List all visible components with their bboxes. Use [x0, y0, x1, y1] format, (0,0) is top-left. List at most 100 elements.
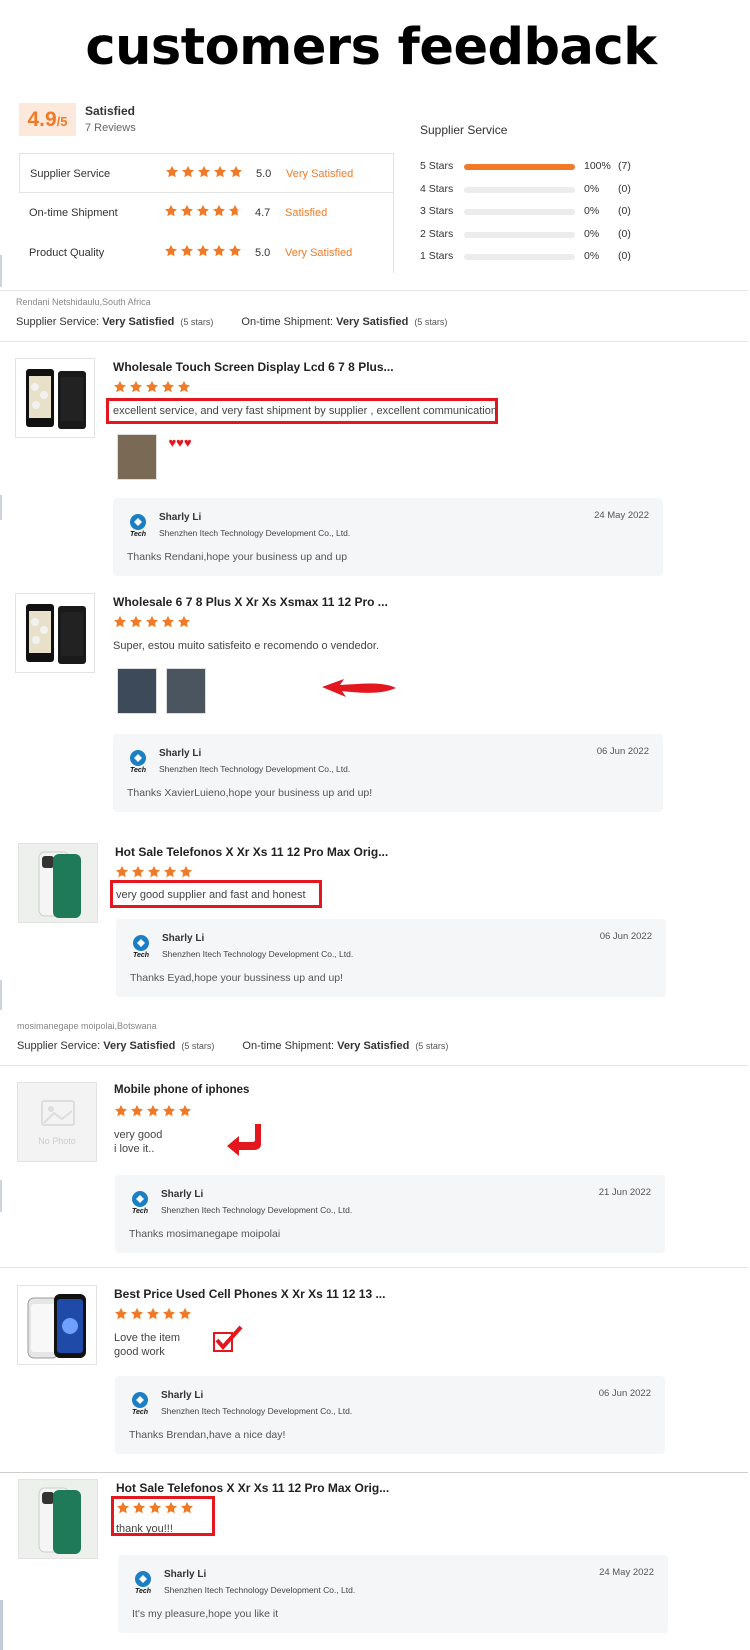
product-thumbnail[interactable]	[17, 1285, 97, 1365]
reply-company: Shenzhen Itech Technology Development Co…	[161, 1205, 353, 1215]
star-icon	[132, 865, 144, 878]
score-word: Satisfied	[85, 104, 136, 118]
metric-word: Very Satisfied	[285, 247, 353, 259]
metric-row: On-time Shipment 4.7 Satisfied	[19, 193, 393, 233]
review-photos	[117, 668, 211, 714]
distribution-row: 1 Stars 0% (0)	[420, 250, 680, 273]
distribution-percent: 0%	[584, 182, 600, 195]
side-marker	[0, 980, 2, 1010]
star-icon	[164, 865, 176, 878]
seller-reply: Tech Sharly Li Shenzhen Itech Technology…	[113, 498, 663, 576]
star-icon	[165, 204, 177, 217]
reply-author: Sharly Li	[159, 512, 202, 523]
review-photos: ♥♥♥	[117, 434, 192, 480]
distribution-row: 2 Stars 0% (0)	[420, 228, 680, 251]
star-icon	[178, 615, 190, 628]
reply-date: 06 Jun 2022	[596, 746, 649, 757]
star-icon	[197, 244, 209, 257]
star-icon	[115, 1104, 127, 1117]
review-item: No Photo Mobile phone of iphones very go…	[15, 1082, 675, 1253]
seller-reply: Tech Sharly Li Shenzhen Itech Technology…	[115, 1175, 665, 1253]
review-text: very good i love it..	[114, 1129, 163, 1155]
review-text: Super, estou muito satisfeito e recomend…	[113, 640, 379, 652]
distribution-count: (0)	[618, 227, 631, 240]
review-photo[interactable]	[117, 668, 157, 714]
review-photo[interactable]	[117, 434, 157, 480]
svg-text:Tech: Tech	[133, 952, 149, 958]
star-icon	[229, 204, 241, 217]
heart-icon: ♥♥♥	[168, 435, 192, 451]
shipment-stars: (5 stars)	[415, 1041, 449, 1051]
metric-value: 4.7	[255, 207, 271, 219]
product-thumbnail[interactable]	[15, 593, 95, 673]
distribution-count: (0)	[618, 205, 631, 217]
distribution-bar	[464, 231, 575, 238]
itech-logo-icon: Tech	[130, 514, 146, 537]
shipment-value: Very Satisfied	[337, 1040, 410, 1052]
star-rating	[114, 1307, 194, 1325]
star-icon	[149, 1501, 161, 1514]
score-badge: 4.9/5	[19, 103, 76, 136]
reply-author: Sharly Li	[164, 1569, 207, 1580]
star-icon	[229, 244, 241, 257]
star-icon	[146, 380, 158, 393]
divider	[0, 1065, 748, 1066]
distribution-bar	[464, 186, 575, 193]
seller-reply: Tech Sharly Li Shenzhen Itech Technology…	[115, 1376, 665, 1454]
buyer-rating-info: Supplier Service: Very Satisfied (5 stars…	[16, 316, 475, 328]
distribution-row: 5 Stars 100% (7)	[420, 160, 680, 183]
metric-value: 5.0	[255, 247, 271, 259]
svg-text:Tech: Tech	[132, 1409, 148, 1415]
review-item: Wholesale Touch Screen Display Lcd 6 7 8…	[15, 358, 675, 578]
product-name[interactable]: Wholesale 6 7 8 Plus X Xr Xs Xsmax 11 12…	[113, 595, 388, 609]
star-icon	[166, 165, 178, 178]
star-icon	[130, 615, 142, 628]
product-name[interactable]: Hot Sale Telefonos X Xr Xs 11 12 Pro Max…	[115, 845, 388, 859]
side-marker	[0, 1600, 3, 1650]
product-thumbnail[interactable]	[18, 843, 98, 923]
distribution-title: Supplier Service	[420, 123, 508, 137]
star-rating	[113, 615, 193, 633]
star-icon	[213, 204, 225, 217]
star-icon	[147, 1307, 159, 1320]
star-icon	[230, 165, 242, 178]
red-arrow-icon	[322, 679, 396, 697]
star-icon	[179, 1104, 191, 1117]
product-thumbnail[interactable]	[18, 1479, 98, 1559]
star-distribution: 5 Stars 100% (7) 4 Stars 0% (0) 3 Stars …	[420, 160, 680, 273]
review-photo[interactable]	[166, 668, 207, 714]
star-icon	[197, 204, 209, 217]
star-icon	[148, 865, 160, 878]
star-icon	[198, 165, 210, 178]
side-marker	[0, 495, 2, 520]
product-thumbnail[interactable]	[15, 358, 95, 438]
reply-date: 24 May 2022	[594, 510, 649, 521]
reply-date: 06 Jun 2022	[599, 931, 652, 942]
distribution-label: 1 Stars	[420, 250, 454, 262]
itech-logo-icon: Tech	[135, 1571, 151, 1594]
star-icon	[162, 615, 174, 628]
product-name[interactable]: Best Price Used Cell Phones X Xr Xs 11 1…	[114, 1287, 385, 1301]
metric-word: Satisfied	[285, 207, 328, 219]
distribution-percent: 0%	[584, 205, 600, 217]
reply-message: Thanks Rendani,hope your business up and…	[127, 551, 348, 563]
reply-message: Thanks Brendan,have a nice day!	[129, 1429, 286, 1441]
product-thumbnail[interactable]: No Photo	[17, 1082, 97, 1162]
distribution-percent: 0%	[584, 227, 600, 240]
star-rating	[116, 1501, 196, 1519]
product-name[interactable]: Hot Sale Telefonos X Xr Xs 11 12 Pro Max…	[116, 1481, 389, 1495]
distribution-label: 2 Stars	[420, 227, 454, 240]
reply-author: Sharly Li	[161, 1189, 204, 1200]
service-label: Supplier Service:	[17, 1040, 101, 1052]
star-icon	[117, 1501, 129, 1514]
review-text: thank you!!!	[116, 1523, 173, 1535]
phone-screen-icon	[26, 604, 86, 664]
product-name[interactable]: Wholesale Touch Screen Display Lcd 6 7 8…	[113, 360, 394, 374]
star-icon	[180, 865, 192, 878]
shipment-value: Very Satisfied	[336, 316, 409, 328]
service-stars: (5 stars)	[180, 317, 214, 327]
shipment-label: On-time Shipment:	[241, 316, 334, 328]
no-photo-icon	[41, 1100, 75, 1126]
product-name[interactable]: Mobile phone of iphones	[114, 1084, 249, 1096]
metric-row: Product Quality 5.0 Very Satisfied	[19, 233, 393, 273]
